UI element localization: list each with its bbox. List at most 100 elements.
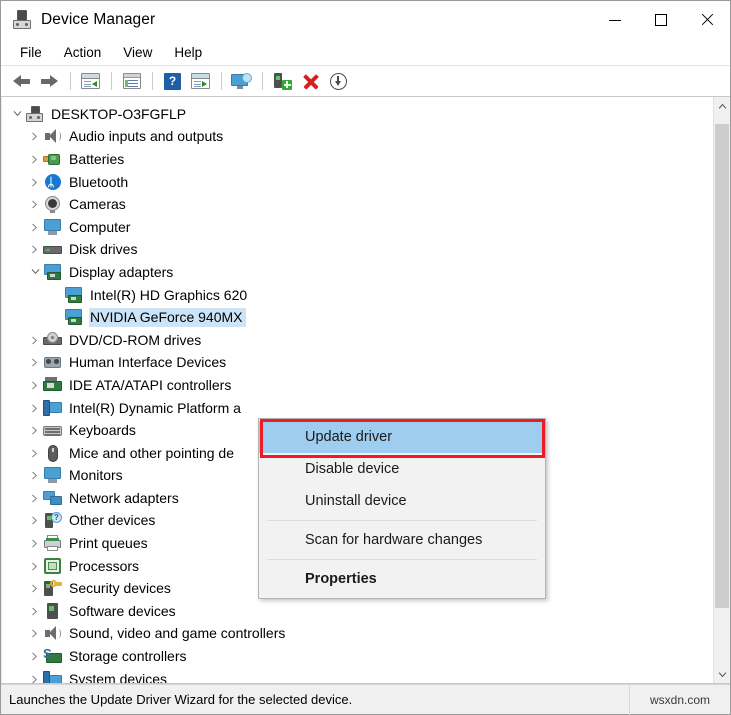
tree-item-label: Intel(R) HD Graphics 620 [89,286,250,305]
tree-item[interactable]: Disk drives [2,239,713,262]
chevron-right-icon[interactable] [27,178,43,187]
status-bar: Launches the Update Driver Wizard for th… [1,684,730,714]
chevron-right-icon[interactable] [27,539,43,548]
maximize-button[interactable] [638,1,684,39]
chevron-right-icon[interactable] [27,449,43,458]
toolbar-separator [70,72,71,90]
chevron-right-icon[interactable] [27,629,43,638]
tree-item-label: Bluetooth [68,173,131,192]
status-text: Launches the Update Driver Wizard for th… [1,692,629,707]
chevron-right-icon[interactable] [27,584,43,593]
storage-icon: S [43,648,62,665]
properties-icon[interactable] [118,68,145,94]
gpu-icon [64,287,83,304]
tree-item[interactable]: Software devices [2,600,713,623]
vertical-scrollbar[interactable] [713,97,730,683]
tree-item[interactable]: Cameras [2,193,713,216]
chevron-right-icon[interactable] [27,494,43,503]
chevron-right-icon[interactable] [27,245,43,254]
tree-item[interactable]: System devices [2,668,713,683]
tree-item[interactable]: Intel(R) HD Graphics 620 [2,284,713,307]
show-hide-console-tree-icon[interactable] [77,68,104,94]
menu-view[interactable]: View [112,42,163,63]
other-icon: ? [43,512,62,529]
chevron-right-icon[interactable] [27,223,43,232]
tree-item-label: Disk drives [68,240,140,259]
gpu-icon [43,264,62,281]
chevron-right-icon[interactable] [27,404,43,413]
tree-item[interactable]: Sound, video and game controllers [2,623,713,646]
chevron-down-icon[interactable] [27,269,43,275]
menu-help[interactable]: Help [163,42,213,63]
toolbar-separator [221,72,222,90]
tree-item-label: Cameras [68,195,129,214]
chevron-right-icon[interactable] [27,607,43,616]
window-controls [592,1,730,39]
tree-item-label: Human Interface Devices [68,353,229,372]
scrollbar-track[interactable] [714,114,730,666]
scroll-up-icon[interactable] [714,97,730,114]
help-icon[interactable]: ? [159,68,186,94]
tree-item[interactable]: Audio inputs and outputs [2,126,713,149]
tree-item[interactable]: Human Interface Devices [2,352,713,375]
tree-item[interactable]: Batteries [2,148,713,171]
content-area: DESKTOP-O3FGFLPAudio inputs and outputsB… [1,97,730,684]
context-menu-item[interactable]: Uninstall device [259,485,545,517]
minimize-button[interactable] [592,1,638,39]
chevron-right-icon[interactable] [27,155,43,164]
tree-item-label: Sound, video and game controllers [68,624,288,643]
context-menu-item[interactable]: Scan for hardware changes [259,524,545,556]
disk-icon [43,241,62,258]
chevron-right-icon[interactable] [27,336,43,345]
chevron-right-icon[interactable] [27,562,43,571]
chevron-right-icon[interactable] [27,426,43,435]
tree-item[interactable]: NVIDIA GeForce 940MX [2,306,713,329]
show-hide-action-pane-icon[interactable] [187,68,214,94]
forward-icon[interactable] [36,68,63,94]
update-driver-icon[interactable] [269,68,296,94]
tree-item[interactable]: Intel(R) Dynamic Platform a [2,397,713,420]
scroll-down-icon[interactable] [714,666,730,683]
toolbar-separator [111,72,112,90]
uninstall-device-icon[interactable] [297,68,324,94]
chevron-right-icon[interactable] [27,381,43,390]
toolbar-separator [152,72,153,90]
context-menu[interactable]: Update driverDisable deviceUninstall dev… [258,418,546,599]
disable-device-icon[interactable] [325,68,352,94]
close-button[interactable] [684,1,730,39]
chevron-down-icon[interactable] [9,111,25,117]
menu-action[interactable]: Action [53,42,113,63]
context-menu-separator [267,559,537,560]
context-menu-item[interactable]: Update driver [259,421,545,453]
chevron-right-icon[interactable] [27,652,43,661]
watermark: wsxdn.com [630,693,730,707]
scan-for-hardware-changes-icon[interactable] [228,68,255,94]
tree-item[interactable]: S Storage controllers [2,645,713,668]
scrollbar-thumb[interactable] [715,124,729,608]
back-icon[interactable] [8,68,35,94]
cpu-icon [43,558,62,575]
chevron-right-icon[interactable] [27,471,43,480]
tree-item[interactable]: DESKTOP-O3FGFLP [2,103,713,126]
chevron-right-icon[interactable] [27,358,43,367]
context-menu-item[interactable]: Properties [259,563,545,595]
sec-icon [43,580,62,597]
ide-icon [43,377,62,394]
tree-item[interactable]: Display adapters [2,261,713,284]
speaker-icon [43,128,62,145]
tree-item-label: Display adapters [68,263,176,282]
chevron-right-icon[interactable] [27,132,43,141]
tree-item-label: Processors [68,557,142,576]
context-menu-item[interactable]: Disable device [259,453,545,485]
tree-item[interactable]: IDE ATA/ATAPI controllers [2,374,713,397]
tree-item[interactable]: Computer [2,216,713,239]
tree-item-label: Storage controllers [68,647,190,666]
title-bar: Device Manager [1,1,730,39]
chevron-right-icon[interactable] [27,200,43,209]
tree-item-label: IDE ATA/ATAPI controllers [68,376,234,395]
tree-item[interactable]: ᛦBluetooth [2,171,713,194]
menu-file[interactable]: File [9,42,53,63]
chevron-right-icon[interactable] [27,516,43,525]
tree-item[interactable]: DVD/CD-ROM drives [2,329,713,352]
chevron-right-icon[interactable] [27,675,43,683]
